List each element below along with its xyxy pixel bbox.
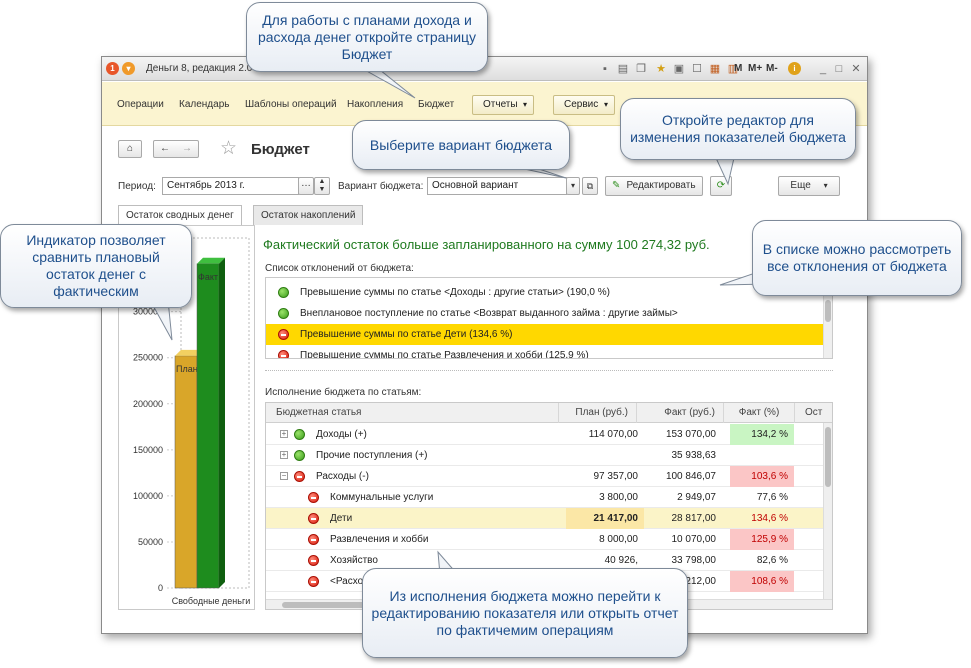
callout-edit: Откройте редактор для изменения показате… — [620, 98, 856, 160]
callout-budget: Для работы с планами дохода и расхода де… — [246, 2, 488, 72]
callout-variant: Выберите вариант бюджета — [352, 120, 570, 170]
callout-deviations: В списке можно рассмотреть все отклонени… — [752, 220, 962, 296]
callout-execution: Из исполнения бюджета можно перейти к ре… — [362, 568, 688, 658]
callout-pointer-budget — [363, 69, 416, 99]
callout-indicator: Индикатор позволяет сравнить плановый ос… — [0, 224, 192, 308]
callout-pointer-edit — [715, 157, 735, 186]
